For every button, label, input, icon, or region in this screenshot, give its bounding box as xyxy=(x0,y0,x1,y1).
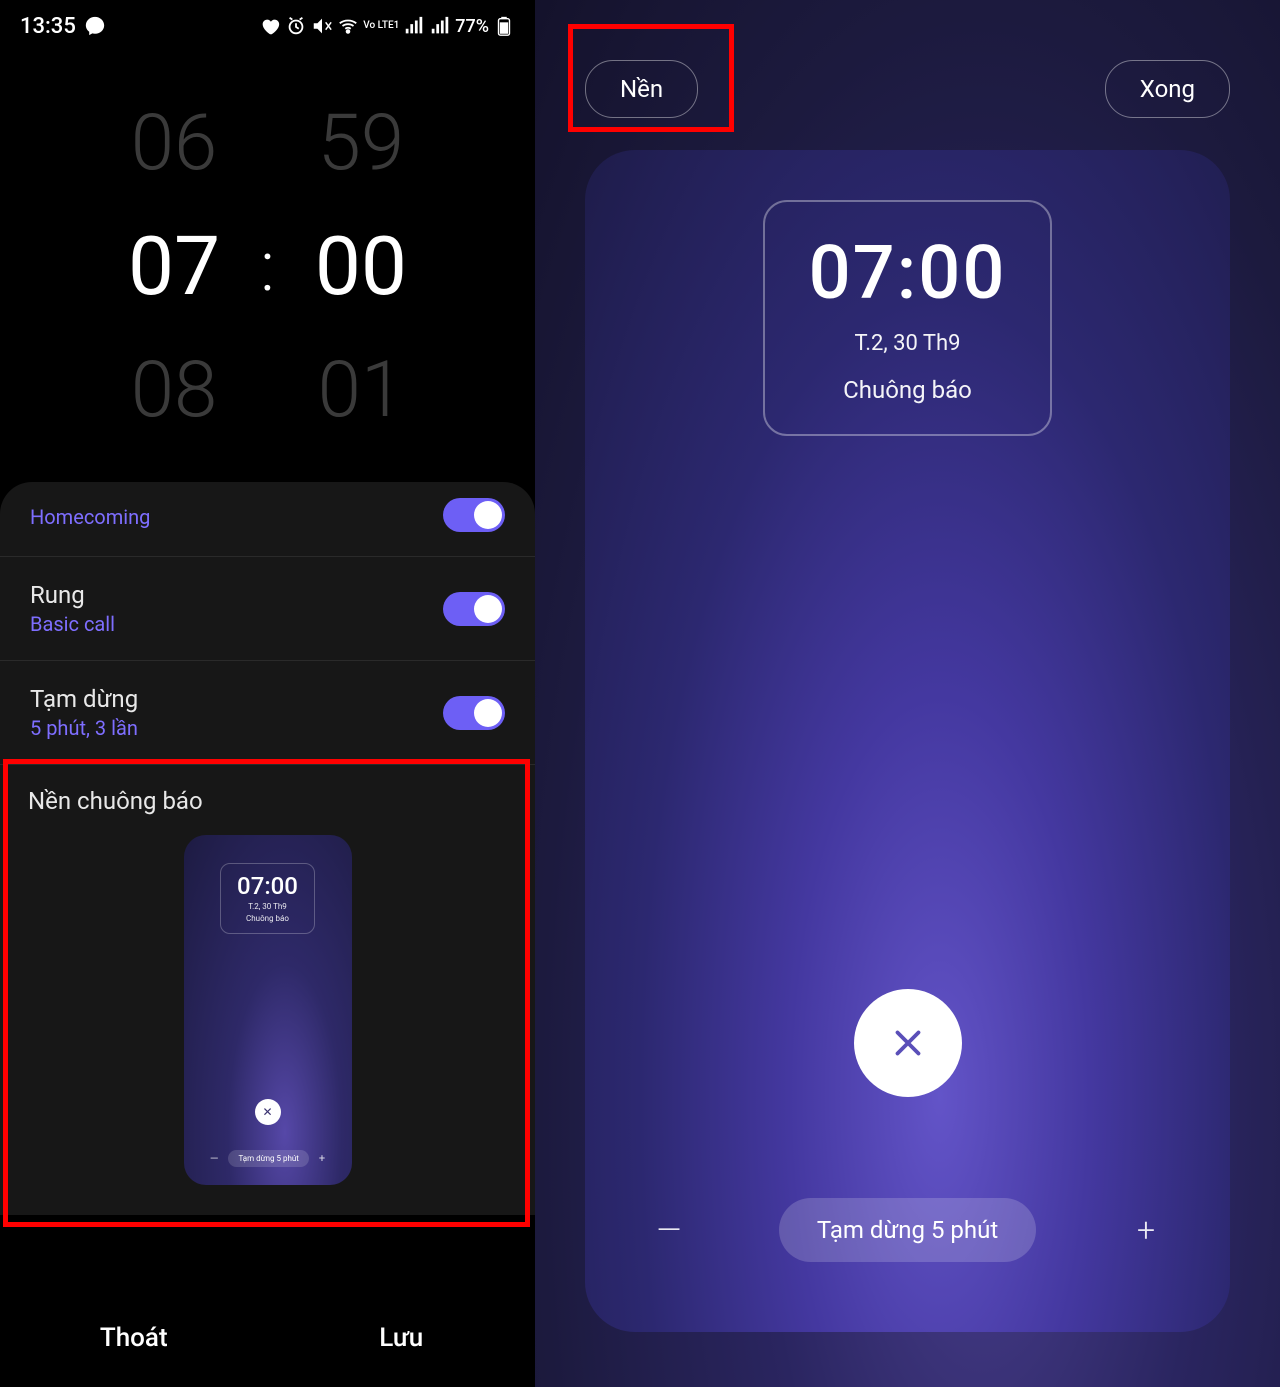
snooze-sub: 5 phút, 3 lần xyxy=(30,716,138,740)
mute-icon xyxy=(311,15,333,37)
thumb-date: T.2, 30 Th9 xyxy=(237,902,298,911)
battery-icon xyxy=(493,15,515,37)
editor-top-bar: Nền Xong xyxy=(535,0,1280,118)
alarm-background-section[interactable]: Nền chuông báo 07:00 T.2, 30 Th9 Chuông … xyxy=(0,765,535,1215)
thumb-time: 07:00 xyxy=(237,872,298,900)
minute-prev: 59 xyxy=(318,98,405,189)
preview-time: 07:00 xyxy=(809,230,1007,317)
alarm-preview-screen: 07:00 T.2, 30 Th9 Chuông báo — Tạm dừng … xyxy=(585,150,1230,1332)
alarm-icon xyxy=(285,15,307,37)
snooze-title: Tạm dừng xyxy=(30,685,138,713)
thumb-minus-icon: — xyxy=(210,1152,219,1165)
save-button[interactable]: Lưu xyxy=(268,1289,536,1387)
minute-wheel[interactable]: 59 00 01 xyxy=(315,98,407,436)
thumb-clock-box: 07:00 T.2, 30 Th9 Chuông báo xyxy=(220,863,315,934)
vibration-title: Rung xyxy=(30,581,115,609)
preview-date: T.2, 30 Th9 xyxy=(809,331,1007,356)
minute-next: 01 xyxy=(318,345,405,436)
status-left: 13:35 xyxy=(20,14,106,39)
minute-selected: 00 xyxy=(315,219,407,315)
bottom-bar: Thoát Lưu xyxy=(0,1289,535,1387)
wifi-icon xyxy=(337,15,359,37)
vibration-row[interactable]: Rung Basic call xyxy=(0,557,535,661)
signal-icon-2 xyxy=(429,15,451,37)
status-time: 13:35 xyxy=(20,14,76,39)
hour-prev: 06 xyxy=(131,98,218,189)
done-button[interactable]: Xong xyxy=(1105,60,1230,118)
snooze-row[interactable]: Tạm dừng 5 phút, 3 lần xyxy=(0,661,535,765)
alarm-settings-panel: Homecoming Rung Basic call Tạm dừng 5 ph… xyxy=(0,482,535,1215)
snooze-minus-button[interactable]: — xyxy=(649,1211,689,1249)
vibration-sub: Basic call xyxy=(30,612,115,636)
vibration-toggle[interactable] xyxy=(443,592,505,626)
alarm-edit-screen: 13:35 Vo LTE1 77% xyxy=(0,0,535,1387)
sound-toggle[interactable] xyxy=(443,498,505,532)
dismiss-button[interactable] xyxy=(854,989,962,1097)
snooze-chip[interactable]: Tạm dừng 5 phút xyxy=(779,1198,1036,1262)
thumb-snooze-chip: Tạm dừng 5 phút xyxy=(228,1150,308,1167)
alarm-bg-preview-thumb[interactable]: 07:00 T.2, 30 Th9 Chuông báo ✕ — Tạm dừn… xyxy=(184,835,352,1185)
alarm-background-editor: Nền Xong 07:00 T.2, 30 Th9 Chuông báo — … xyxy=(535,0,1280,1387)
clock-widget[interactable]: 07:00 T.2, 30 Th9 Chuông báo xyxy=(763,200,1053,436)
hour-next: 08 xyxy=(131,345,218,436)
time-colon: : xyxy=(260,226,275,308)
time-picker[interactable]: 06 07 08 : 59 00 01 xyxy=(0,52,535,482)
cancel-button[interactable]: Thoát xyxy=(0,1289,268,1387)
status-bar: 13:35 Vo LTE1 77% xyxy=(0,0,535,52)
thumb-dismiss-icon: ✕ xyxy=(255,1099,281,1125)
snooze-row-preview: — Tạm dừng 5 phút + xyxy=(585,1198,1230,1262)
messenger-icon xyxy=(84,15,106,37)
hour-selected: 07 xyxy=(128,219,220,315)
alarm-bg-title: Nền chuông báo xyxy=(28,787,507,815)
volte-label: Vo LTE1 xyxy=(363,21,399,31)
battery-percent: 77% xyxy=(455,16,489,37)
preview-alarm-label: Chuông báo xyxy=(809,376,1007,404)
background-button[interactable]: Nền xyxy=(585,60,698,118)
status-right: Vo LTE1 77% xyxy=(259,15,515,37)
snooze-plus-button[interactable]: + xyxy=(1126,1211,1166,1249)
thumb-label: Chuông báo xyxy=(237,914,298,923)
thumb-snooze-row: — Tạm dừng 5 phút + xyxy=(210,1150,325,1167)
heart-icon xyxy=(259,15,281,37)
snooze-toggle[interactable] xyxy=(443,696,505,730)
thumb-plus-icon: + xyxy=(319,1152,325,1165)
sound-row[interactable]: Homecoming xyxy=(0,482,535,557)
signal-icon-1 xyxy=(403,15,425,37)
sound-sub: Homecoming xyxy=(30,505,150,529)
hour-wheel[interactable]: 06 07 08 xyxy=(128,98,220,436)
close-icon xyxy=(890,1025,926,1061)
